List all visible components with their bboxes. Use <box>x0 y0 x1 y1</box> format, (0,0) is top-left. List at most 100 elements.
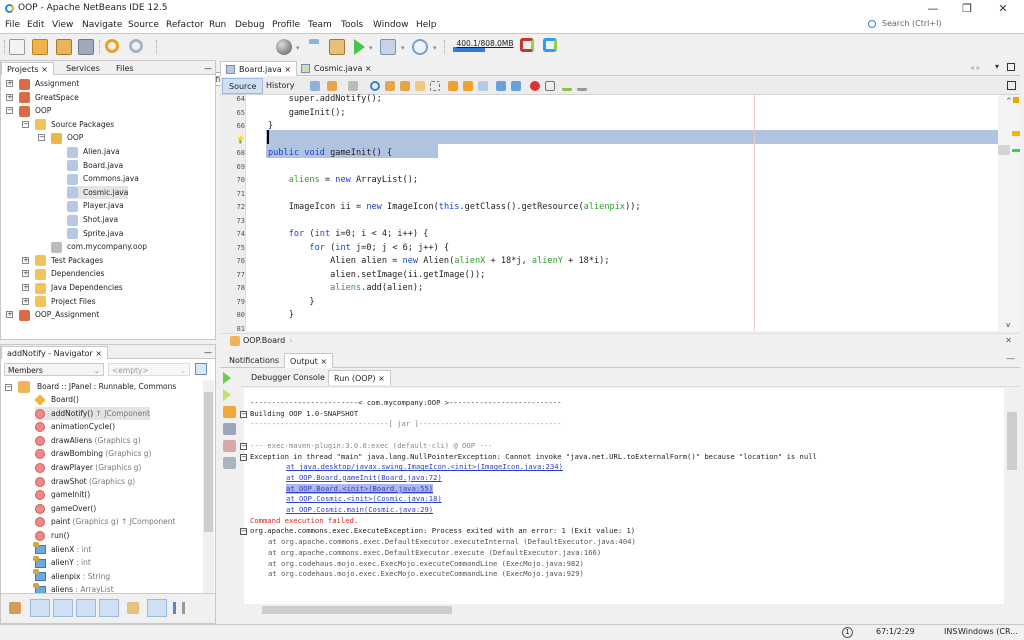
save-all-icon[interactable] <box>78 39 94 55</box>
fold-toggle-icon[interactable]: − <box>240 410 247 418</box>
shift-right-icon[interactable] <box>511 81 521 91</box>
menu-file[interactable]: File <box>5 20 20 30</box>
navigator-member[interactable]: drawAliens (Graphics g) <box>35 434 141 447</box>
toggle-highlight-icon[interactable] <box>415 81 425 91</box>
breadcrumb-item[interactable]: OOP.Board <box>243 336 285 345</box>
navigator-member[interactable]: run() <box>35 529 69 542</box>
maximize-editor-icon[interactable] <box>1007 63 1015 71</box>
profile-icon[interactable] <box>412 39 428 55</box>
menu-refactor[interactable]: Refactor <box>166 20 204 30</box>
tree-item[interactable]: GreatSpace <box>19 91 79 104</box>
tab-services[interactable]: Services <box>61 62 105 75</box>
navigator-member[interactable]: addNotify() ↑ JComponent <box>35 406 150 420</box>
show-static-toggle[interactable] <box>53 599 73 617</box>
editor-scroll-thumb[interactable] <box>998 145 1010 155</box>
dropdown-arrow-icon[interactable]: ▾ <box>433 44 437 52</box>
menu-team[interactable]: Team <box>308 20 332 30</box>
history-view-button[interactable]: History <box>260 78 300 94</box>
navigator-member[interactable]: drawPlayer (Graphics g) <box>35 461 141 474</box>
menu-profile[interactable]: Profile <box>272 20 300 30</box>
tree-item[interactable]: Assignment <box>19 77 79 90</box>
fold-toggle-icon[interactable]: − <box>240 442 247 450</box>
open-project-icon[interactable] <box>56 39 72 55</box>
tree-item[interactable]: Shot.java <box>67 213 118 226</box>
navigator-member[interactable]: gameInit() <box>35 488 90 501</box>
tree-item[interactable]: Player.java <box>67 199 124 212</box>
debug-icon[interactable] <box>380 39 396 55</box>
new-file-icon[interactable] <box>9 39 25 55</box>
menu-view[interactable]: View <box>52 20 73 30</box>
line-number-gutter[interactable]: 64 65 66 💡 68 69 70 71 72 73 74 75 76 77 78 79 80 81 <box>220 95 246 333</box>
prev-bookmark-icon[interactable] <box>448 81 458 91</box>
tab-notifications[interactable]: Notifications <box>224 353 284 368</box>
menu-window[interactable]: Window <box>373 20 409 30</box>
tree-item[interactable]: Dependencies <box>35 267 104 280</box>
minimize-panel-button[interactable]: — <box>199 62 217 75</box>
navigator-member[interactable]: alienpix : String <box>33 569 110 583</box>
tree-item[interactable]: OOP <box>51 131 83 144</box>
close-breadcrumb-icon[interactable]: ✕ <box>1005 334 1012 347</box>
fqn-icon[interactable] <box>127 602 139 614</box>
source-view-button[interactable]: Source <box>222 78 264 94</box>
navigator-scrollbar[interactable] <box>203 380 214 605</box>
scroll-down-icon[interactable]: v <box>1006 321 1010 329</box>
navigator-member[interactable]: gameOver() <box>35 502 96 515</box>
forward-icon[interactable] <box>348 81 358 91</box>
tab-navigator[interactable]: addNotify - Navigator × <box>1 346 109 359</box>
find-in-output-icon[interactable] <box>223 423 236 435</box>
build-hammer-icon[interactable] <box>309 39 319 55</box>
show-fields-toggle[interactable] <box>30 599 50 617</box>
tree-expander-icon[interactable]: + <box>22 256 29 264</box>
tab-output[interactable]: Output × <box>284 353 334 368</box>
find-next-icon[interactable] <box>400 81 410 91</box>
globe-icon[interactable] <box>276 39 292 55</box>
rerun-icon[interactable] <box>223 372 231 384</box>
navigator-root[interactable]: Board :: JPanel : Runnable, Commons <box>37 380 176 393</box>
next-error-icon[interactable] <box>223 406 236 418</box>
stacktrace-link[interactable]: at java.desktop/javax.swing.ImageIcon.<i… <box>286 462 563 472</box>
fold-toggle-icon[interactable]: − <box>240 453 247 461</box>
secondary-filter-select[interactable]: <empty> ⌄ <box>108 363 190 376</box>
annotation-marker-icon[interactable] <box>1012 131 1020 136</box>
gc-snapshot-icon[interactable] <box>543 38 557 52</box>
tab-run-oop[interactable]: Run (OOP) × <box>328 370 391 385</box>
menu-help[interactable]: Help <box>416 20 437 30</box>
rerun-with-options-icon[interactable] <box>223 389 231 401</box>
scroll-up-icon[interactable]: ^ <box>1006 97 1012 105</box>
navigator-member[interactable]: alienY : int <box>33 555 91 569</box>
tree-item[interactable]: Commons.java <box>67 172 139 185</box>
navigator-member[interactable]: drawShot (Graphics g) <box>35 475 135 488</box>
tree-expander-icon[interactable]: + <box>22 297 29 305</box>
navigator-member[interactable]: animationCycle() <box>35 420 115 433</box>
menu-tools[interactable]: Tools <box>341 20 363 30</box>
tab-files[interactable]: Files <box>111 62 139 75</box>
console-vertical-thumb[interactable] <box>1007 412 1017 470</box>
tree-expander-icon[interactable]: + <box>22 270 29 278</box>
non-public-toggle[interactable] <box>99 599 119 617</box>
stacktrace-link[interactable]: at OOP.Board.gameInit(Board.java:72) <box>286 473 442 483</box>
navigator-scroll-thumb[interactable] <box>204 392 213 532</box>
navigator-member[interactable]: alienX : int <box>33 542 91 556</box>
tree-item[interactable]: Java Dependencies <box>35 281 123 294</box>
tree-item[interactable]: Source Packages <box>35 118 114 131</box>
navigator-member[interactable]: Board() <box>34 393 79 406</box>
tab-board-java[interactable]: Board.java × <box>220 61 298 76</box>
fold-toggle-icon[interactable]: − <box>240 528 247 536</box>
find-previous-icon[interactable] <box>385 81 395 91</box>
tree-item[interactable]: OOP_Assignment <box>19 308 99 321</box>
dropdown-arrow-icon[interactable]: ▾ <box>369 44 373 52</box>
tree-expander-icon[interactable]: + <box>22 284 29 291</box>
back-icon[interactable] <box>327 81 337 91</box>
scroll-tabs-icon[interactable]: ◂ ▸ <box>970 63 981 72</box>
undo-icon[interactable] <box>105 39 119 53</box>
tree-item[interactable]: OOP <box>19 104 51 117</box>
redo-icon[interactable] <box>129 39 143 53</box>
tree-expander-icon[interactable]: − <box>6 107 13 115</box>
tab-list-dropdown-icon[interactable]: ▾ <box>995 62 999 71</box>
gc-profiler-icon[interactable] <box>520 38 534 52</box>
tree-expander-icon[interactable]: − <box>38 134 45 142</box>
shift-left-icon[interactable] <box>496 81 506 91</box>
tab-projects[interactable]: Projects × <box>1 62 54 75</box>
navigator-layout-icon[interactable] <box>195 363 207 375</box>
lock-icon[interactable] <box>76 599 96 617</box>
